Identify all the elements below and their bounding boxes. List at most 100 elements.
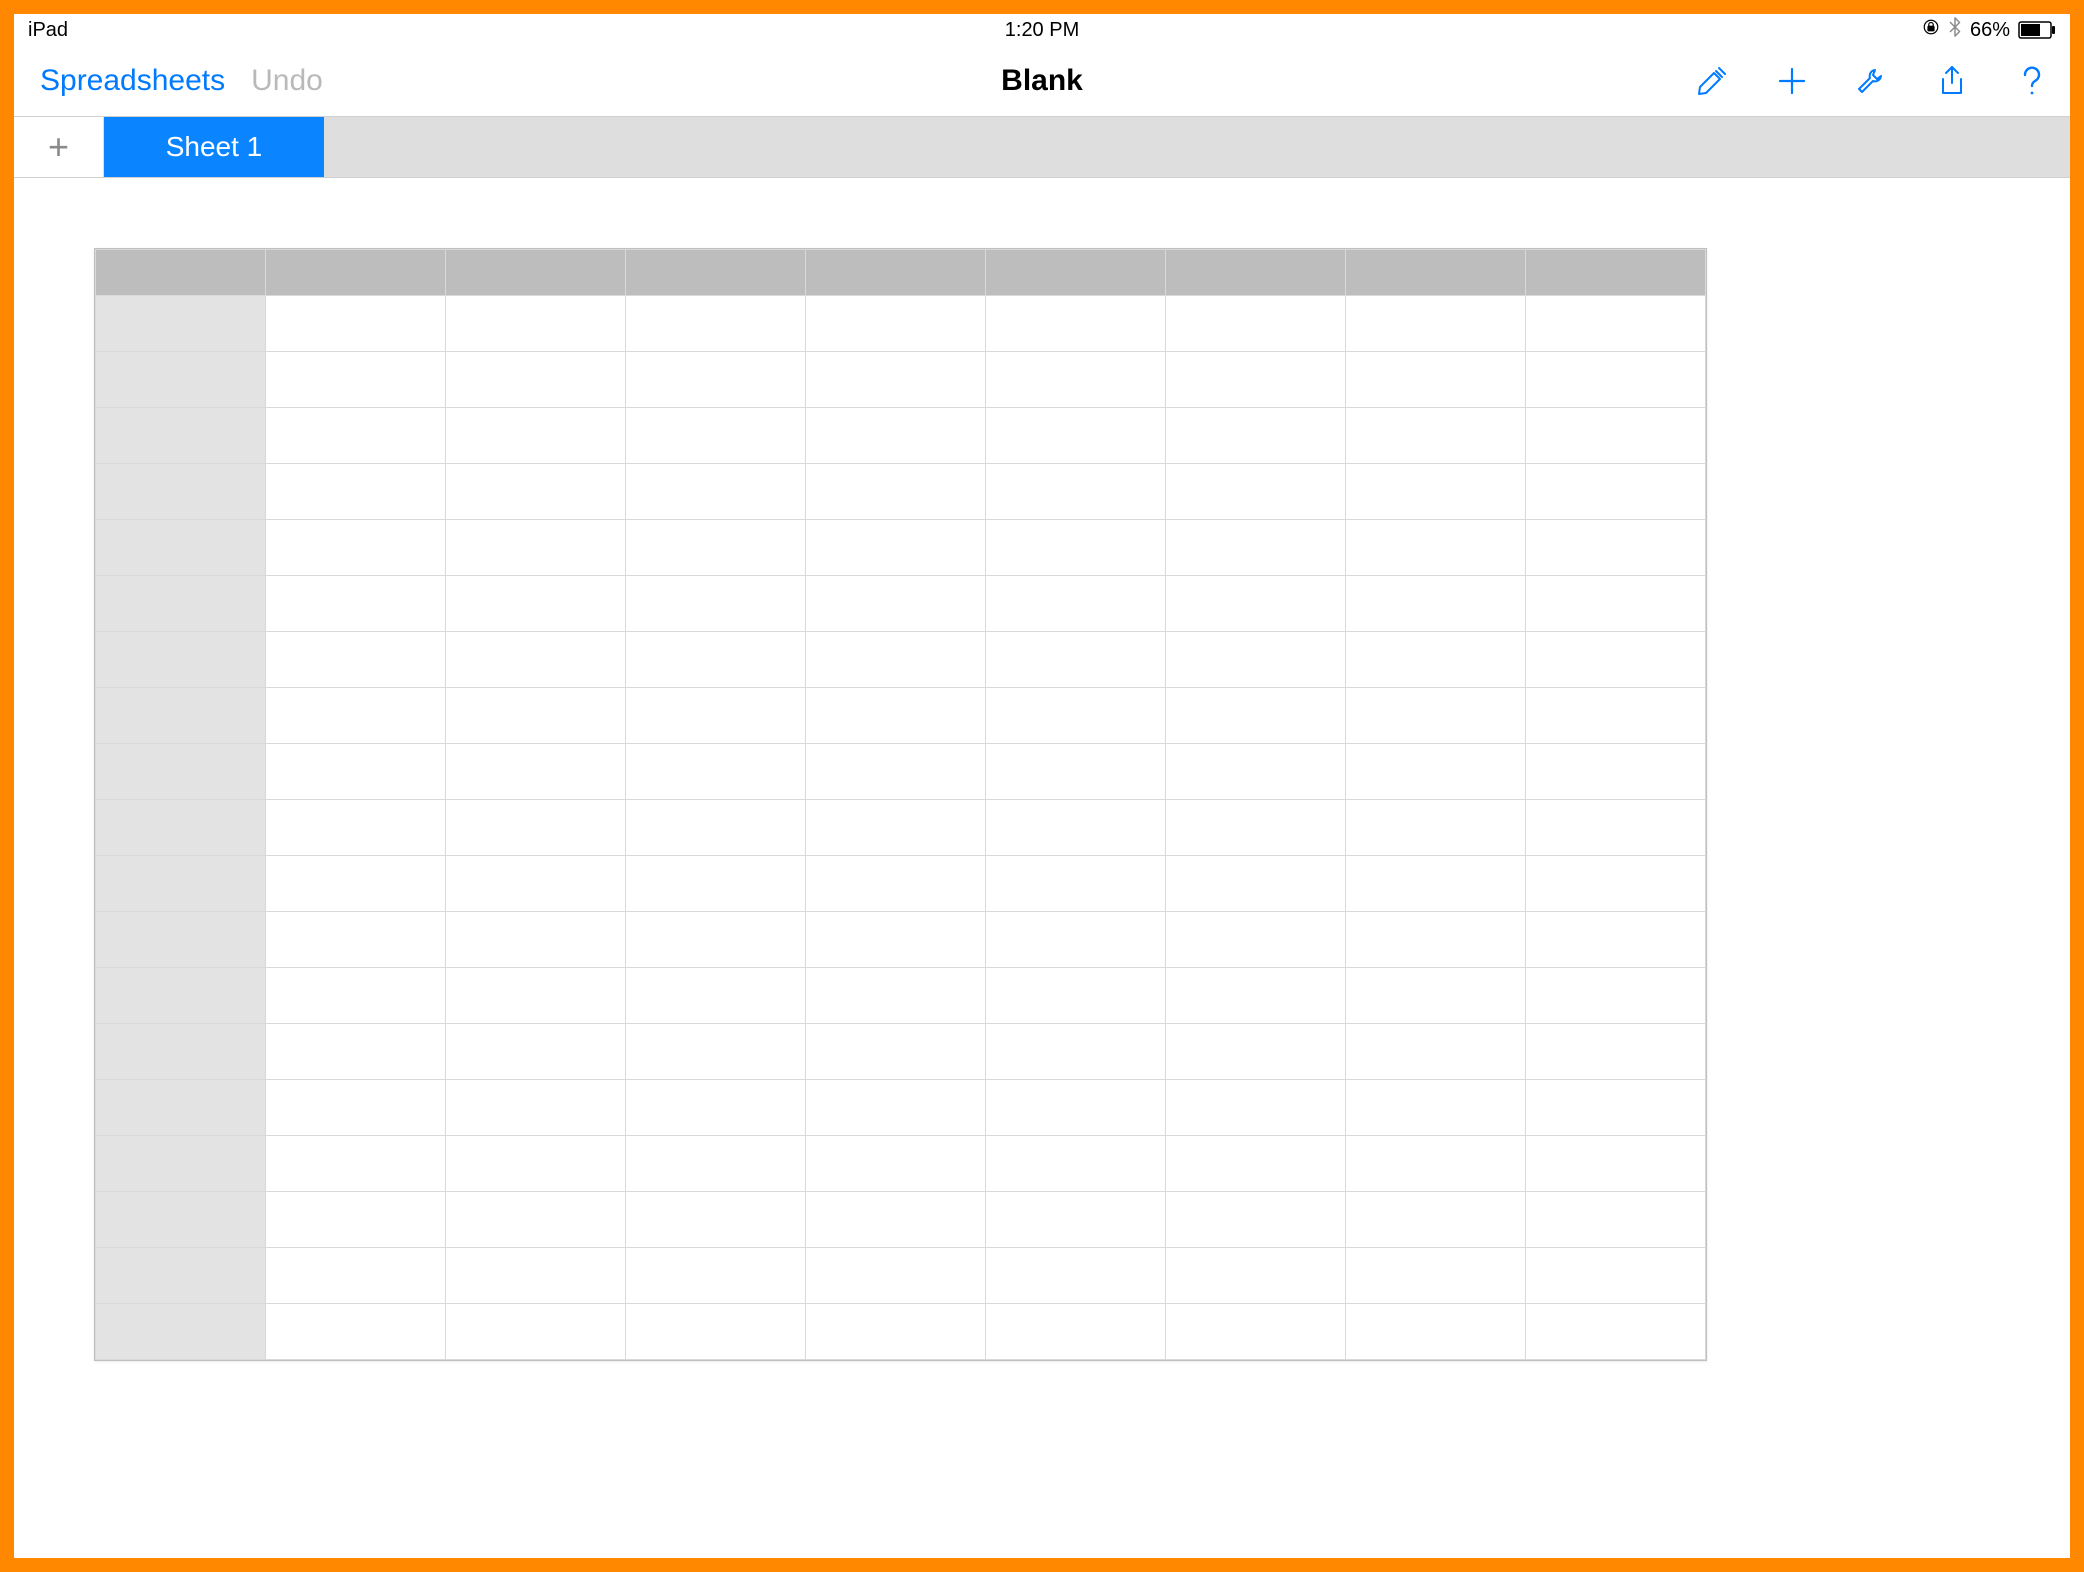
spreadsheet-grid[interactable] xyxy=(94,248,1707,1361)
sheet-tab-active[interactable]: Sheet 1 xyxy=(104,117,324,177)
help-icon[interactable] xyxy=(2014,63,2050,99)
cell[interactable] xyxy=(1526,1024,1706,1080)
row-header[interactable] xyxy=(96,520,266,576)
column-header[interactable] xyxy=(986,250,1166,296)
cell[interactable] xyxy=(1526,968,1706,1024)
cell[interactable] xyxy=(806,1304,986,1360)
cell[interactable] xyxy=(626,1024,806,1080)
column-header[interactable] xyxy=(626,250,806,296)
cell[interactable] xyxy=(266,688,446,744)
cell[interactable] xyxy=(806,968,986,1024)
cell[interactable] xyxy=(806,1024,986,1080)
cell[interactable] xyxy=(266,1080,446,1136)
column-header[interactable] xyxy=(1346,250,1526,296)
cell[interactable] xyxy=(446,520,626,576)
cell[interactable] xyxy=(266,464,446,520)
cell[interactable] xyxy=(986,464,1166,520)
cell[interactable] xyxy=(1166,520,1346,576)
cell[interactable] xyxy=(986,520,1166,576)
cell[interactable] xyxy=(446,1024,626,1080)
cell[interactable] xyxy=(626,632,806,688)
cell[interactable] xyxy=(446,688,626,744)
cell[interactable] xyxy=(446,800,626,856)
cell[interactable] xyxy=(1166,912,1346,968)
cell[interactable] xyxy=(266,352,446,408)
cell[interactable] xyxy=(806,800,986,856)
cell[interactable] xyxy=(266,856,446,912)
cell[interactable] xyxy=(1166,800,1346,856)
cell[interactable] xyxy=(986,688,1166,744)
cell[interactable] xyxy=(1526,576,1706,632)
wrench-icon[interactable] xyxy=(1854,63,1890,99)
cell[interactable] xyxy=(266,1136,446,1192)
cell[interactable] xyxy=(446,408,626,464)
cell[interactable] xyxy=(266,1024,446,1080)
cell[interactable] xyxy=(806,1136,986,1192)
cell[interactable] xyxy=(1346,464,1526,520)
cell[interactable] xyxy=(806,520,986,576)
row-header[interactable] xyxy=(96,352,266,408)
cell[interactable] xyxy=(986,632,1166,688)
cell[interactable] xyxy=(986,912,1166,968)
cell[interactable] xyxy=(446,632,626,688)
cell[interactable] xyxy=(806,1192,986,1248)
cell[interactable] xyxy=(266,800,446,856)
cell[interactable] xyxy=(806,408,986,464)
cell[interactable] xyxy=(1166,464,1346,520)
cell[interactable] xyxy=(806,632,986,688)
cell[interactable] xyxy=(986,1080,1166,1136)
cell[interactable] xyxy=(806,912,986,968)
cell[interactable] xyxy=(1346,688,1526,744)
cell[interactable] xyxy=(446,296,626,352)
column-header[interactable] xyxy=(1526,250,1706,296)
row-header[interactable] xyxy=(96,912,266,968)
cell[interactable] xyxy=(626,464,806,520)
cell[interactable] xyxy=(626,1248,806,1304)
cell[interactable] xyxy=(986,1304,1166,1360)
row-header[interactable] xyxy=(96,1136,266,1192)
cell[interactable] xyxy=(266,576,446,632)
cell[interactable] xyxy=(446,576,626,632)
cell[interactable] xyxy=(986,296,1166,352)
cell[interactable] xyxy=(1166,1248,1346,1304)
cell[interactable] xyxy=(626,912,806,968)
cell[interactable] xyxy=(446,1080,626,1136)
row-header[interactable] xyxy=(96,408,266,464)
cell[interactable] xyxy=(1526,1248,1706,1304)
cell[interactable] xyxy=(986,1192,1166,1248)
cell[interactable] xyxy=(1166,296,1346,352)
cell[interactable] xyxy=(1526,408,1706,464)
cell[interactable] xyxy=(626,800,806,856)
cell[interactable] xyxy=(1346,296,1526,352)
cell[interactable] xyxy=(986,744,1166,800)
cell[interactable] xyxy=(806,352,986,408)
cell[interactable] xyxy=(1166,1136,1346,1192)
cell[interactable] xyxy=(1346,408,1526,464)
cell[interactable] xyxy=(1346,520,1526,576)
cell[interactable] xyxy=(446,912,626,968)
cell[interactable] xyxy=(986,968,1166,1024)
cell[interactable] xyxy=(626,520,806,576)
cell[interactable] xyxy=(1526,520,1706,576)
cell[interactable] xyxy=(266,408,446,464)
row-header[interactable] xyxy=(96,1304,266,1360)
cell[interactable] xyxy=(986,1248,1166,1304)
cell[interactable] xyxy=(266,912,446,968)
row-header[interactable] xyxy=(96,576,266,632)
cell[interactable] xyxy=(266,632,446,688)
cell[interactable] xyxy=(1346,1024,1526,1080)
column-header[interactable] xyxy=(806,250,986,296)
cell[interactable] xyxy=(986,352,1166,408)
cell[interactable] xyxy=(1166,352,1346,408)
cell[interactable] xyxy=(806,744,986,800)
grid-corner[interactable] xyxy=(96,250,266,296)
row-header[interactable] xyxy=(96,744,266,800)
cell[interactable] xyxy=(446,1304,626,1360)
cell[interactable] xyxy=(806,856,986,912)
cell[interactable] xyxy=(626,688,806,744)
cell[interactable] xyxy=(986,800,1166,856)
cell[interactable] xyxy=(986,1024,1166,1080)
sheet-canvas[interactable] xyxy=(14,178,2070,1558)
share-icon[interactable] xyxy=(1934,63,1970,99)
add-sheet-button[interactable]: + xyxy=(14,117,104,177)
